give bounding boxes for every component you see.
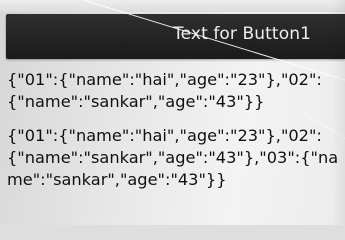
json-output-text-1: {"01":{"name":"hai","age":"23"},"02":{"n…: [7, 70, 322, 111]
json-output-text-2: {"01":{"name":"hai","age":"23"},"02":{"n…: [7, 126, 339, 189]
app-screen: Text for Button1 {"01":{"name":"hai","ag…: [0, 0, 345, 225]
button-1-label: Text for Button1: [173, 24, 311, 44]
button-1[interactable]: Text for Button1: [6, 14, 345, 59]
status-area: [0, 0, 345, 12]
